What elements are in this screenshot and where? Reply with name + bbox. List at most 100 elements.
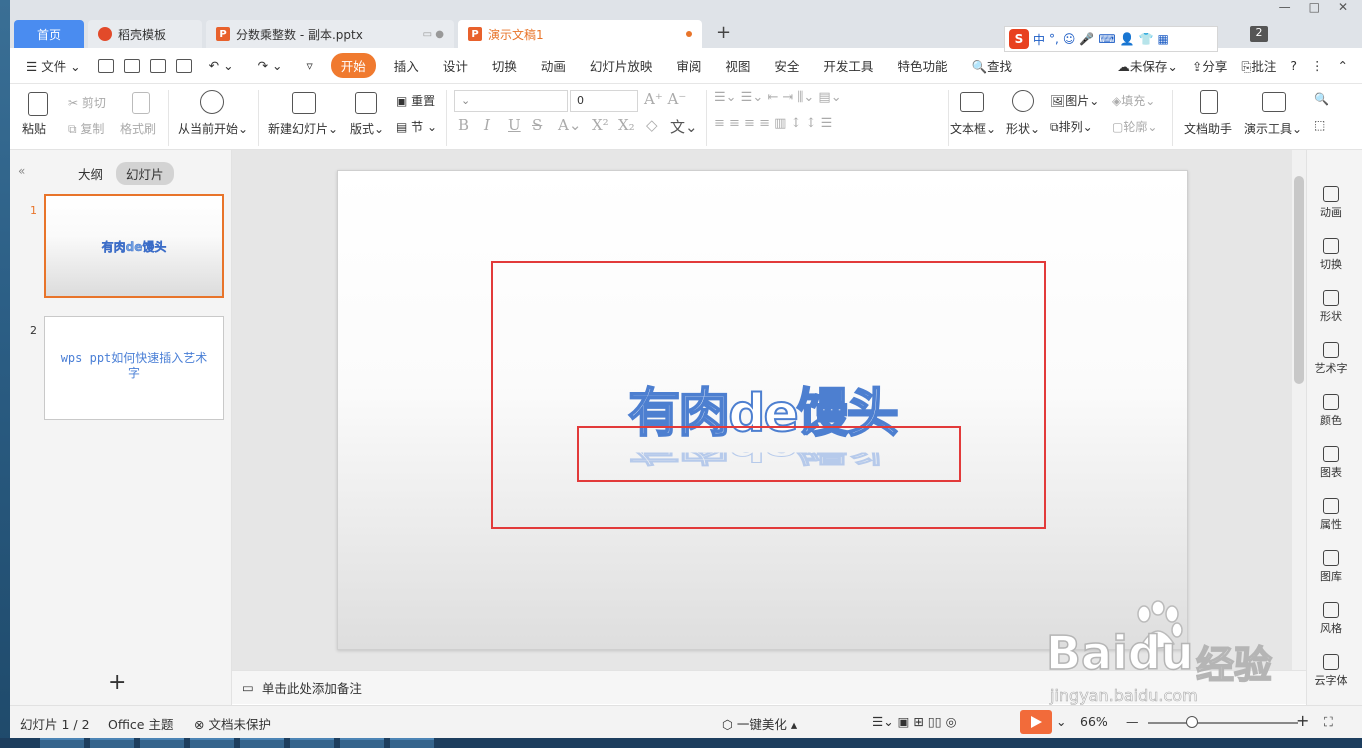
sidebar-properties[interactable]: 属性 xyxy=(1307,498,1355,532)
emoji-icon[interactable]: ☺ xyxy=(1063,32,1076,46)
grow-font-icon[interactable]: A⁺ A⁻ xyxy=(644,90,686,108)
taskbar-app[interactable] xyxy=(340,738,384,748)
section-button[interactable]: ▤ 节 ⌄ xyxy=(396,118,437,135)
ime-lang[interactable]: 中 xyxy=(1033,31,1045,48)
taskbar-app[interactable] xyxy=(240,738,284,748)
taskbar-app[interactable] xyxy=(290,738,334,748)
find-icon[interactable]: 🔍 xyxy=(1314,92,1329,106)
help-button[interactable]: ? xyxy=(1290,58,1297,73)
grid-icon[interactable]: ▦ xyxy=(1158,32,1169,46)
textbox-button[interactable]: 文本框⌄ xyxy=(950,120,996,137)
menu-file[interactable]: ☰ 文件 ⌄ xyxy=(10,56,93,75)
menu-security[interactable]: 安全 xyxy=(762,56,811,75)
tab-home[interactable]: 首页 xyxy=(14,20,84,48)
current-slide[interactable]: 有肉de馒头 有肉de馒头 xyxy=(337,170,1188,650)
sidebar-gallery[interactable]: 图库 xyxy=(1307,550,1355,584)
zoom-slider-track[interactable] xyxy=(1148,722,1298,724)
arrange-button[interactable]: ⧉排列⌄ xyxy=(1050,118,1093,135)
pinyin-icon[interactable]: 文⌄ xyxy=(670,116,698,137)
paste-icon[interactable] xyxy=(28,92,48,116)
mic-icon[interactable]: 🎤 xyxy=(1079,32,1094,46)
redo-icon[interactable]: ↷ ⌄ xyxy=(246,58,295,73)
fit-window-icon[interactable]: ⛶ xyxy=(1324,714,1333,730)
print-icon[interactable] xyxy=(149,58,166,73)
play-slideshow-button[interactable] xyxy=(1020,710,1052,734)
underline-icon[interactable]: U xyxy=(508,116,521,134)
cut-button[interactable]: ✂ 剪切 xyxy=(68,94,106,111)
strikethrough-icon[interactable]: S xyxy=(532,116,542,134)
taskbar-app[interactable] xyxy=(140,738,184,748)
menu-transition[interactable]: 切换 xyxy=(480,56,529,75)
undo-icon[interactable]: ↶ ⌄ xyxy=(197,58,246,73)
format-painter-button[interactable]: 格式刷 xyxy=(120,120,156,137)
zoom-out-button[interactable]: — xyxy=(1126,714,1139,729)
zoom-in-button[interactable]: + xyxy=(1296,711,1309,730)
tab-document-pptx[interactable]: P 分数乘整数 - 副本.pptx ▭ ● xyxy=(206,20,454,48)
tab-slides[interactable]: 幻灯片 xyxy=(116,162,174,185)
sidebar-animation[interactable]: 动画 xyxy=(1307,186,1355,220)
fill-button[interactable]: ◈填充⌄ xyxy=(1112,92,1155,109)
minimize-icon[interactable]: — xyxy=(1279,0,1291,20)
bold-icon[interactable]: B xyxy=(458,116,469,134)
select-icon[interactable]: ⬚ xyxy=(1314,118,1325,132)
doc-assistant-button[interactable]: 文档助手 xyxy=(1184,120,1232,137)
shirt-icon[interactable]: 👕 xyxy=(1139,32,1154,46)
maximize-icon[interactable]: □ xyxy=(1309,0,1320,20)
play-dropdown-icon[interactable]: ⌄ xyxy=(1056,714,1066,729)
collapse-panel-icon[interactable]: « xyxy=(18,164,25,178)
menu-review[interactable]: 审阅 xyxy=(664,56,713,75)
sogou-icon[interactable]: S xyxy=(1009,29,1029,49)
unsaved-button[interactable]: ☁未保存⌄ xyxy=(1117,56,1178,75)
menu-design[interactable]: 设计 xyxy=(431,56,480,75)
taskbar-app[interactable] xyxy=(40,738,84,748)
from-current-button[interactable]: 从当前开始⌄ xyxy=(178,120,248,137)
view-mode-icons[interactable]: ☰⌄ ▣ ⊞ ▯▯ ◎ xyxy=(872,714,957,729)
outline-button[interactable]: ▢轮廓⌄ xyxy=(1112,118,1157,135)
tab-presentation1[interactable]: P 演示文稿1 xyxy=(458,20,702,48)
copy-button[interactable]: ⧉ 复制 xyxy=(68,120,104,137)
tab-docer-templates[interactable]: 稻壳模板 xyxy=(88,20,202,48)
menu-devtools[interactable]: 开发工具 xyxy=(811,56,885,75)
sidebar-shape[interactable]: 形状 xyxy=(1307,290,1355,324)
more-icon[interactable]: ⋮ xyxy=(1311,58,1324,73)
clear-format-icon[interactable]: ◇ xyxy=(646,116,658,134)
font-family-select[interactable]: ⌄ xyxy=(454,90,568,112)
keyboard-icon[interactable]: ⌨ xyxy=(1098,32,1115,46)
beautify-button[interactable]: ⬡ 一键美化 ▴ xyxy=(722,714,797,733)
new-slide-button[interactable]: 新建幻灯片⌄ xyxy=(268,120,338,137)
comment-button[interactable]: ⎘批注 xyxy=(1241,56,1276,75)
picture-button[interactable]: 🖼图片⌄ xyxy=(1050,92,1099,109)
layout-button[interactable]: 版式⌄ xyxy=(350,120,384,137)
menu-animation[interactable]: 动画 xyxy=(529,56,578,75)
slide-thumbnail-1[interactable]: 有肉de馒头 xyxy=(44,194,224,298)
new-tab-button[interactable]: + xyxy=(716,22,731,43)
tab-outline[interactable]: 大纲 xyxy=(78,164,103,183)
menu-search[interactable]: 🔍查找 xyxy=(959,56,1024,75)
notes-area[interactable]: ▭ 单击此处添加备注 xyxy=(232,670,1306,704)
sidebar-style[interactable]: 风格 xyxy=(1307,602,1355,636)
subscript-icon[interactable]: X₂ xyxy=(618,116,635,134)
menu-slideshow[interactable]: 幻灯片放映 xyxy=(578,56,665,75)
protection-status[interactable]: ⊗ 文档未保护 xyxy=(194,714,271,733)
sidebar-color[interactable]: 颜色 xyxy=(1307,394,1355,428)
italic-icon[interactable]: I xyxy=(484,116,490,134)
sidebar-transition[interactable]: 切换 xyxy=(1307,238,1355,272)
window-count-badge[interactable]: 2 xyxy=(1250,26,1268,42)
user-icon[interactable]: 👤 xyxy=(1120,32,1135,46)
sidebar-chart[interactable]: 图表 xyxy=(1307,446,1355,480)
monitor-icon[interactable]: ▭ ● xyxy=(423,29,444,40)
slide-thumbnail-2[interactable]: wps ppt如何快速插入艺术字 xyxy=(44,316,224,420)
reset-button[interactable]: ▣ 重置 xyxy=(396,92,435,109)
font-color-icon[interactable]: A⌄ xyxy=(558,116,581,134)
add-slide-button[interactable]: + xyxy=(108,670,126,695)
menu-view[interactable]: 视图 xyxy=(713,56,762,75)
superscript-icon[interactable]: X² xyxy=(592,116,609,134)
collapse-ribbon-icon[interactable]: ⌃ xyxy=(1338,58,1348,73)
menu-start[interactable]: 开始 xyxy=(330,53,376,78)
save-icon[interactable] xyxy=(97,58,114,73)
menu-insert[interactable]: 插入 xyxy=(382,56,431,75)
close-icon[interactable]: ✕ xyxy=(1338,0,1348,20)
taskbar-app[interactable] xyxy=(190,738,234,748)
presentation-tools-button[interactable]: 演示工具⌄ xyxy=(1244,120,1302,137)
vertical-scrollbar[interactable] xyxy=(1292,150,1306,670)
